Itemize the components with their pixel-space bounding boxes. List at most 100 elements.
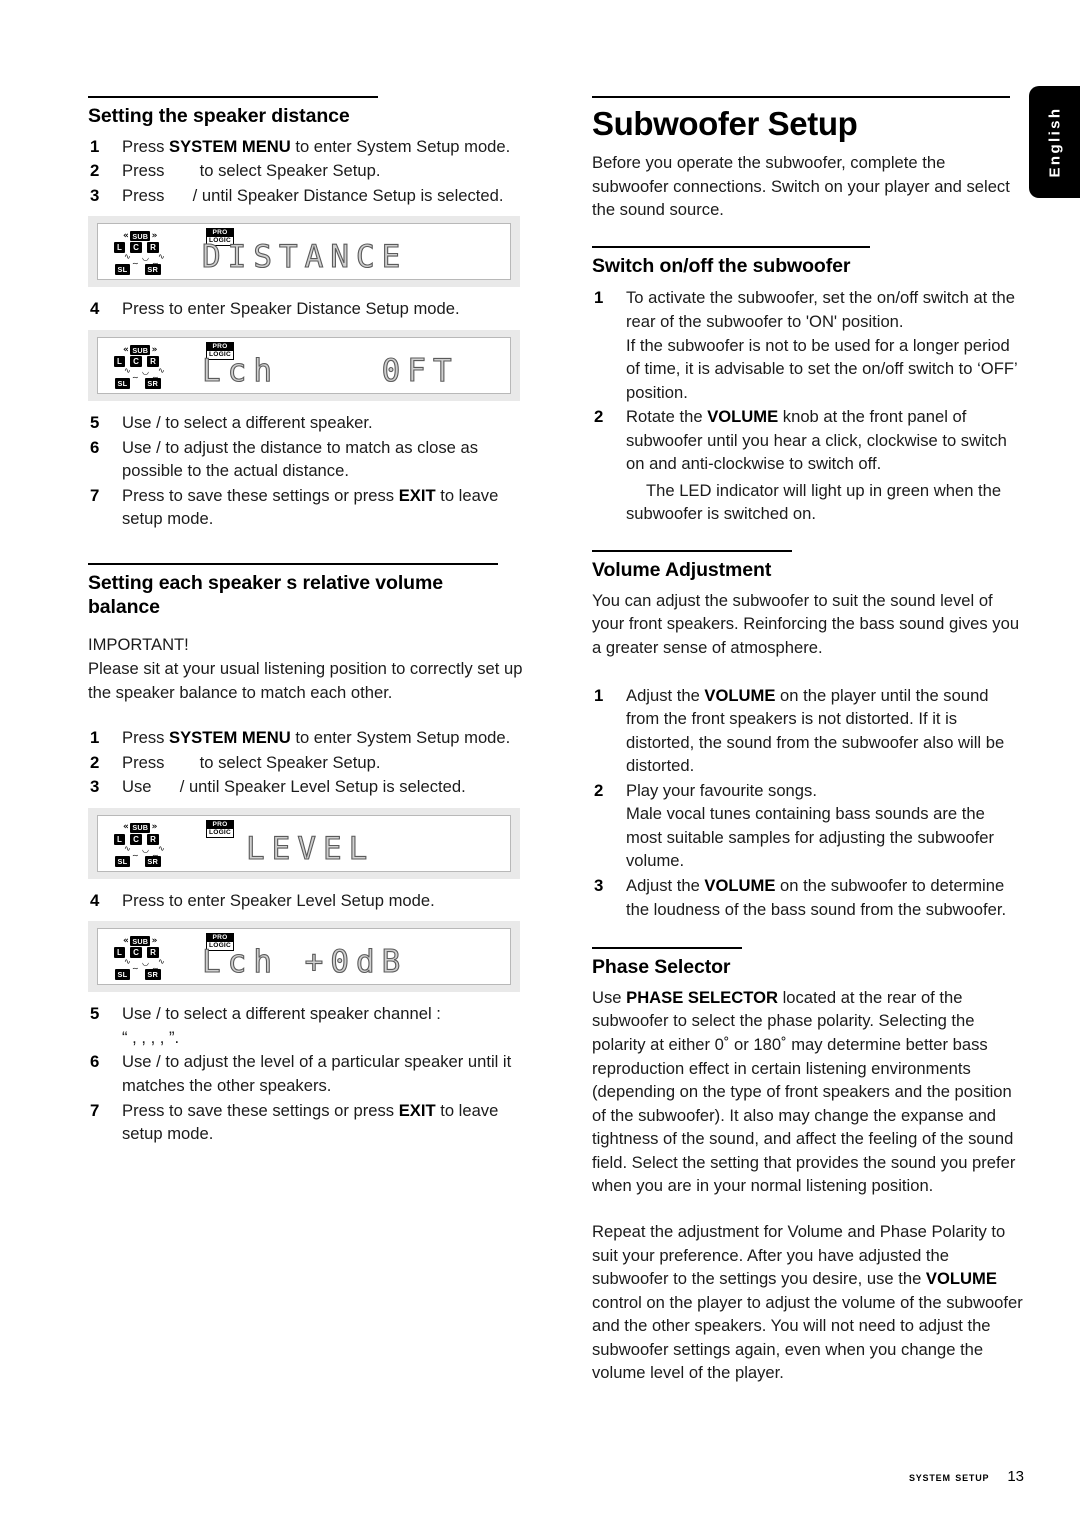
list-item: 1 To activate the subwoofer, set the on/o…: [592, 286, 1024, 404]
step-text-bold: SYSTEM MENU: [169, 136, 291, 156]
pro-logic-top-label: PRO: [207, 934, 233, 943]
step-text: Use / to select a different speaker.: [122, 413, 373, 433]
list-item: 2 Rotate the VOLUME knob at the front pan…: [592, 405, 1024, 526]
phase-text-bold: PHASE SELECTOR: [626, 987, 778, 1007]
phase-selector-text: Use PHASE SELECTOR located at the rear o…: [592, 986, 1024, 1198]
steps-speaker-level-3: 5 Use / to select a different speaker cha…: [88, 1002, 528, 1145]
page-title: Subwoofer Setup: [592, 105, 858, 142]
sub-chip-label: SUB: [130, 345, 151, 356]
footer-section-label: System Setup: [908, 1469, 990, 1484]
surround-indicator: SL SR: [115, 264, 161, 276]
sound-wave-arcs-icon: ∿ ◡ ∿ ∼ ∼: [124, 957, 165, 974]
step-text-pre: Press to save these settings or press: [122, 485, 399, 505]
step-text-pre: Rotate the: [626, 407, 708, 427]
list-item: 3 Adjust the VOLUME on the subwoofer to d…: [592, 874, 1024, 921]
step-text-post: to select Speaker Setup.: [195, 161, 381, 181]
surround-right-chip-label: SR: [144, 378, 161, 390]
center-chip-label: C: [130, 242, 143, 254]
sub-indicator: « SUB »: [123, 344, 158, 356]
surround-left-chip-label: SL: [115, 855, 130, 867]
lcd-figure-lch-distance: « SUB » L C R ∿ ◡ ∿ ∼ ∼: [88, 330, 520, 402]
right-column: Subwoofer Setup Before you operate the s…: [592, 96, 1024, 1385]
step-text-bold: VOLUME: [707, 407, 779, 427]
step-text-pre: Adjust the: [626, 685, 705, 705]
center-chip-label: C: [130, 833, 143, 845]
step-text-bold: EXIT: [398, 1100, 436, 1120]
list-item: 5 Use / to select a different speaker cha…: [88, 1002, 528, 1049]
surround-left-chip-label: SL: [115, 969, 130, 981]
list-item: 6 Use / to adjust the level of a particul…: [88, 1050, 528, 1097]
subwoofer-intro-text: Before you operate the subwoofer, comple…: [592, 152, 1010, 220]
footer-page-number: 13: [1007, 1468, 1024, 1485]
surround-indicator: SL SR: [115, 969, 161, 981]
step-text-pre: Press: [122, 752, 170, 772]
sound-wave-right-icon: »: [151, 344, 158, 355]
step-number: 1: [594, 288, 604, 308]
speaker-channel-list: “ , , , , ”.: [122, 1027, 180, 1047]
step-text-post: to enter System Setup mode.: [290, 136, 511, 156]
step-text: Use / to adjust the level of a particula…: [122, 1052, 512, 1096]
step-text-pre: Press: [122, 728, 170, 748]
pro-logic-top-label: PRO: [207, 229, 233, 238]
step-number: 2: [90, 161, 100, 181]
surround-right-chip-label: SR: [144, 264, 161, 276]
phase-text-pre: Use: [592, 987, 627, 1007]
heading-phase-selector: Phase Selector: [592, 956, 731, 979]
manual-page: English Setting the speaker distance 1 Pr…: [0, 0, 1080, 1528]
closing-text-bold: VOLUME: [925, 1269, 997, 1289]
lcr-indicator: L C R: [114, 242, 160, 254]
step-number: 3: [594, 876, 604, 895]
heading-speaker-distance-rule: Setting the speaker distance: [88, 96, 378, 129]
step-text-pre: Press: [122, 161, 170, 181]
sound-wave-arcs-icon: ∿ ◡ ∿ ∼ ∼: [124, 843, 165, 860]
center-chip-label: C: [130, 947, 143, 959]
surround-right-chip-label: SR: [144, 969, 161, 981]
list-item: 2 Play your favourite songs. Male vocal t…: [592, 779, 1024, 873]
sub-chip-label: SUB: [130, 822, 151, 833]
sound-wave-right-icon: »: [151, 230, 158, 241]
step-text-bold: VOLUME: [704, 876, 776, 895]
center-chip-label: C: [130, 356, 143, 368]
list-item: 7 Press to save these settings or press E…: [88, 484, 528, 531]
step-number: 5: [90, 413, 100, 433]
step-text-pre: Press: [122, 136, 170, 156]
step-number: 1: [90, 136, 100, 156]
list-item: 2 Press to select Speaker Setup.: [88, 159, 528, 183]
sound-wave-left-icon: «: [123, 230, 129, 241]
steps-speaker-distance-3: 5 Use / to select a different speaker. 6 U…: [88, 411, 528, 531]
speaker-indicator-cluster: « SUB » L C R ∿ ◡ ∿ ∼ ∼: [114, 936, 188, 982]
step-text-bold: EXIT: [398, 485, 436, 505]
pro-logic-bottom-label: LOGIC: [207, 828, 233, 837]
list-item: 7 Press to save these settings or press E…: [88, 1099, 528, 1146]
sub-indicator: « SUB »: [123, 230, 158, 242]
step-text: Press to enter Speaker Level Setup mode.: [122, 890, 435, 910]
step-text-line1: To activate the subwoofer, set the on/of…: [626, 288, 1015, 331]
step-text: Press to enter Speaker Distance Setup mo…: [122, 299, 460, 319]
heading-speaker-distance: Setting the speaker distance: [88, 105, 350, 127]
step-number: 2: [90, 752, 100, 772]
lcd-figure-lch-level: « SUB » L C R ∿ ◡ ∿ ∼ ∼: [88, 921, 520, 993]
list-item: 3 Press / until Speaker Distance Setup is…: [88, 184, 528, 208]
speaker-indicator-cluster: « SUB » L C R ∿ ◡ ∿ ∼ ∼: [114, 822, 188, 869]
list-item: 3 Use / until Speaker Level Setup is sele…: [88, 775, 528, 799]
step-text-bold: VOLUME: [704, 685, 776, 705]
heading-phase-selector-rule: Phase Selector: [592, 947, 742, 980]
list-item: 4 Press to enter Speaker Distance Setup m…: [88, 297, 528, 321]
sub-indicator: « SUB »: [123, 936, 157, 947]
list-item: 1 Adjust the VOLUME on the player until t…: [592, 684, 1024, 778]
lcr-indicator: L C R: [114, 833, 160, 845]
step-text-post: to enter System Setup mode.: [290, 728, 511, 748]
surround-right-chip-label: SR: [144, 855, 161, 867]
step-text-pre: Press to save these settings or press: [122, 1100, 399, 1120]
lcd-readout-text: Lch +0dB: [202, 944, 408, 981]
list-item: 4 Press to enter Speaker Level Setup mode…: [88, 889, 528, 913]
surround-left-chip-label: SL: [115, 264, 130, 276]
step-number: 6: [90, 1052, 100, 1072]
lcd-panel: « SUB » L C R ∿ ◡ ∿ ∼ ∼: [97, 814, 511, 872]
list-item: 2 Press to select Speaker Setup.: [88, 751, 528, 775]
step-number: 1: [594, 685, 604, 705]
step-number: 5: [90, 1004, 100, 1024]
sound-wave-arcs-icon: ∿ ◡ ∿ ∼ ∼: [124, 366, 165, 383]
step-number: 3: [90, 777, 100, 797]
heading-relative-volume: Setting each speaker s relative volume b…: [88, 571, 443, 618]
